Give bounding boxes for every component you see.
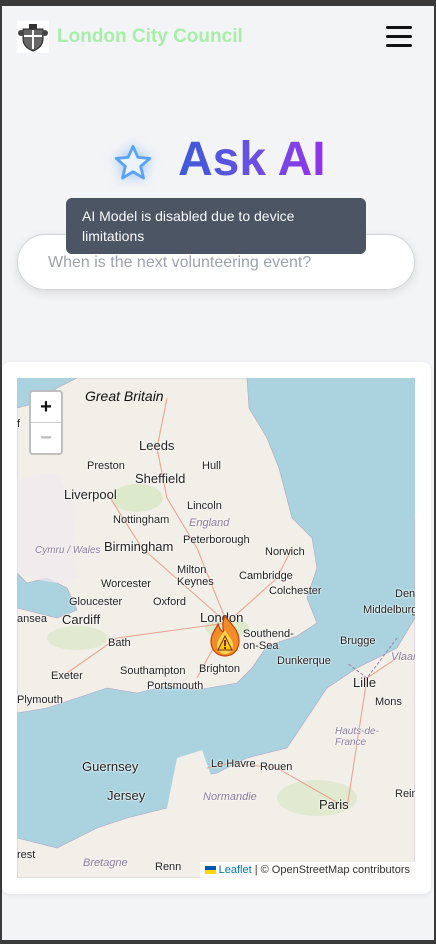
map-city-rennes: Renn	[155, 861, 182, 873]
map-city-hull: Hull	[202, 460, 221, 472]
map-city-swansea: ansea	[17, 613, 47, 625]
map-city-liverpool: Liverpool	[64, 487, 117, 502]
map-city-brest: rest	[17, 849, 36, 861]
leaflet-link[interactable]: Leaflet	[219, 864, 252, 876]
zoom-control: + −	[29, 390, 63, 455]
map-city-edge: f	[17, 418, 21, 430]
ask-ai-hero: Ask AI	[0, 130, 436, 190]
map-city-preston: Preston	[87, 460, 125, 472]
map-label-england: England	[189, 517, 230, 529]
leaflet-map[interactable]: + − Great Britain England Cymru / Wales …	[17, 378, 415, 878]
map-attribution: Leaflet | © OpenStreetMap contributors	[199, 862, 415, 878]
map-city-paris: Paris	[319, 797, 349, 812]
map-label-vlaan: Vlaan	[391, 651, 415, 663]
map-city-rouen: Rouen	[260, 761, 293, 773]
map-city-leeds: Leeds	[139, 438, 175, 453]
map-city-le-havre: Le Havre	[211, 758, 256, 770]
disabled-tooltip: AI Model is disabled due to device limit…	[66, 198, 366, 254]
hamburger-menu-icon[interactable]	[386, 26, 412, 48]
map-label-wales: Cymru / Wales	[35, 545, 101, 556]
map-city-brugge: Brugge	[340, 635, 376, 647]
map-label-bretagne: Bretagne	[83, 857, 128, 869]
map-city-sheffield: Sheffield	[135, 471, 186, 486]
map-city-cambridge: Cambridge	[239, 570, 293, 582]
map-city-dunkerque: Dunkerque	[277, 655, 331, 667]
map-city-oxford: Oxford	[153, 596, 187, 608]
map-city-guernsey: Guernsey	[82, 759, 139, 774]
page-title: Ask AI	[178, 133, 326, 186]
map-card: + − Great Britain England Cymru / Wales …	[2, 362, 431, 894]
map-city-den: Den	[395, 588, 415, 600]
star-icon	[114, 144, 152, 180]
map-city-cardiff: Cardiff	[62, 612, 101, 627]
map-city-middelburg: Middelburg	[363, 604, 415, 616]
ukraine-flag-icon	[204, 866, 216, 875]
map-city-nottingham: Nottingham	[113, 514, 170, 526]
map-city-exeter: Exeter	[51, 670, 83, 682]
map-city-reim: Reim	[395, 788, 415, 800]
map-city-milton-keynes: Milton Keynes	[177, 564, 214, 588]
zoom-in-button[interactable]: +	[31, 392, 61, 423]
window-frame-bottom	[0, 940, 436, 944]
map-label-hauts-de-france: Hauts-de-France	[335, 726, 379, 748]
site-brand-name[interactable]: London City Council	[57, 26, 243, 48]
map-city-southampton: Southampton	[120, 665, 186, 677]
map-city-jersey: Jersey	[107, 788, 146, 803]
zoom-out-button[interactable]: −	[31, 423, 61, 453]
map-city-lincoln: Lincoln	[187, 500, 222, 512]
map-city-brighton: Brighton	[199, 663, 240, 675]
map-city-lille: Lille	[353, 675, 377, 690]
site-header: London City Council	[2, 6, 434, 70]
coat-of-arms-icon[interactable]	[17, 21, 49, 53]
map-label-great-britain: Great Britain	[85, 388, 164, 404]
osm-attribution-text: | © OpenStreetMap contributors	[251, 864, 410, 876]
map-city-worcester: Worcester	[101, 578, 151, 590]
map-city-gloucester: Gloucester	[69, 596, 123, 608]
map-city-peterborough: Peterborough	[183, 534, 250, 546]
map-city-colchester: Colchester	[269, 585, 322, 597]
map-city-portsmouth: Portsmouth	[147, 680, 204, 692]
fire-warning-marker-icon[interactable]	[207, 614, 243, 658]
map-city-bath: Bath	[108, 637, 131, 649]
map-city-birmingham: Birmingham	[104, 539, 174, 554]
map-city-plymouth: Plymouth	[17, 694, 63, 706]
map-city-norwich: Norwich	[265, 546, 305, 558]
map-city-southend: Southend- on-Sea	[243, 628, 294, 652]
map-city-mons: Mons	[375, 696, 402, 708]
map-label-normandie: Normandie	[203, 791, 257, 803]
